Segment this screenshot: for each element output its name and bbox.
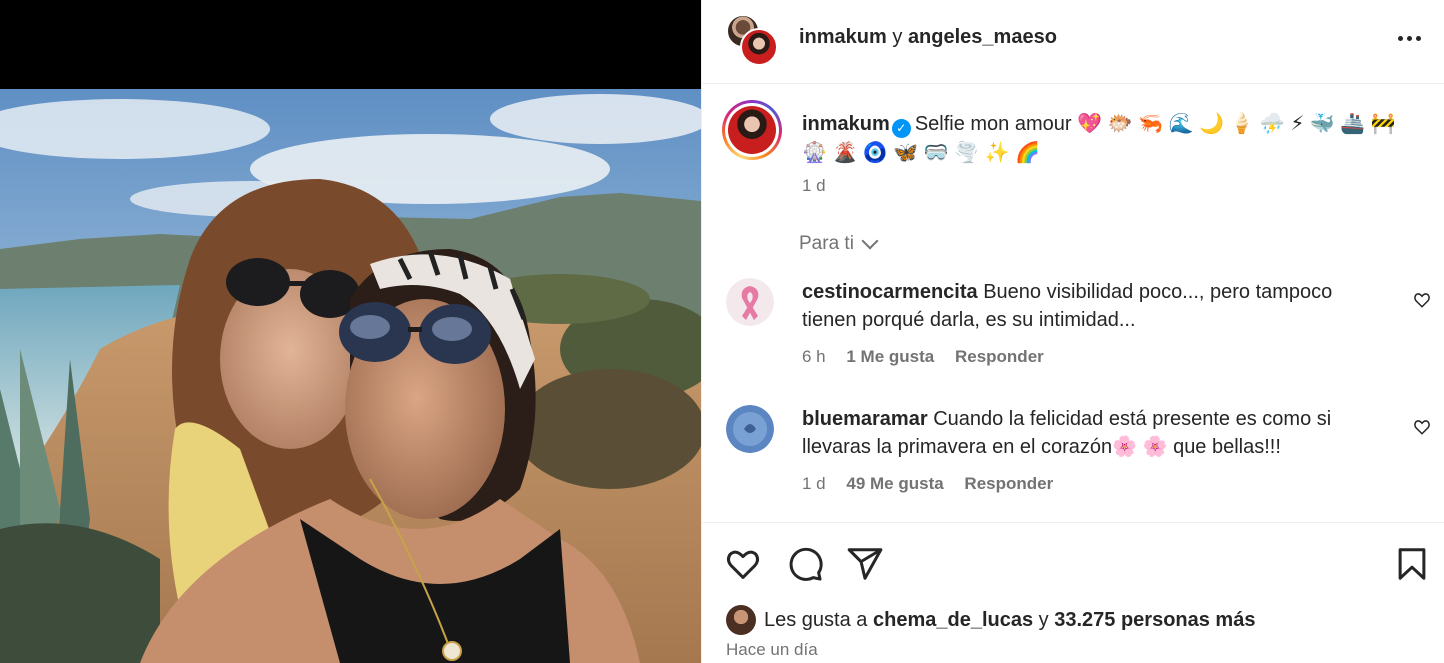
comments-filter-dropdown[interactable]: Para ti (799, 232, 879, 255)
share-icon[interactable] (846, 545, 884, 583)
caption-username-link[interactable]: inmakum (802, 113, 890, 135)
post-timestamp[interactable]: Hace un día (726, 640, 818, 660)
post-actions-bar (702, 522, 1444, 602)
comment-icon[interactable] (786, 545, 824, 583)
caption-timestamp[interactable]: 1 d (802, 176, 826, 196)
authors-separator: y (892, 26, 903, 48)
more-options-icon[interactable] (1393, 24, 1425, 52)
comment-username-link[interactable]: cestinocarmencita (802, 281, 978, 303)
comment-text: bluemaramar Cuando la felicidad está pre… (802, 405, 1372, 461)
dot (1415, 35, 1421, 41)
caption-body: Selfie mon amour 💖 🐡 🦐 🌊 🌙 🍦 ⛈️ ⚡ 🐳 🚢 🚧 … (802, 113, 1396, 164)
selfie-image (0, 89, 701, 663)
comments-filter-label: Para ti (799, 233, 854, 254)
comment-time[interactable]: 1 d (802, 474, 826, 493)
avatar[interactable] (740, 28, 778, 66)
comment-likes-count[interactable]: 1 Me gusta (846, 347, 934, 366)
post-media (0, 0, 701, 663)
chevron-down-icon (861, 232, 879, 250)
heart-icon[interactable] (1413, 418, 1431, 436)
reply-button[interactable]: Responder (955, 347, 1044, 366)
verified-badge-icon: ✓ (891, 119, 911, 138)
avatar (728, 106, 776, 154)
comment-username-link[interactable]: bluemaramar (802, 408, 928, 430)
comment-meta: 1 d 49 Me gusta Responder (802, 474, 1069, 494)
comment-likes-count[interactable]: 49 Me gusta (846, 474, 943, 493)
post-photo[interactable] (0, 89, 701, 663)
bookmark-icon[interactable] (1393, 545, 1431, 583)
reply-button[interactable]: Responder (964, 474, 1053, 493)
likes-summary[interactable]: Les gusta a chema_de_lucas y 33.275 pers… (726, 604, 1255, 636)
likes-others-link[interactable]: 33.275 personas más (1054, 609, 1255, 632)
post-details-panel: inmakum y angeles_maeso inmakum ✓ Selfie m… (701, 0, 1444, 663)
collab-avatars[interactable] (726, 14, 778, 66)
heart-icon[interactable] (724, 545, 762, 583)
dot (1406, 35, 1412, 41)
comment-text: cestinocarmencita Bueno visibilidad poco… (802, 278, 1372, 334)
post-header: inmakum y angeles_maeso (702, 0, 1444, 84)
post-authors: inmakum y angeles_maeso (799, 26, 1057, 49)
likes-prefix: Les gusta a (764, 608, 868, 631)
likes-joiner: y (1038, 608, 1049, 631)
heart-icon[interactable] (1413, 291, 1431, 309)
liker-username-link[interactable]: chema_de_lucas (873, 609, 1033, 632)
avatar[interactable] (726, 605, 756, 635)
comment-time[interactable]: 6 h (802, 347, 826, 366)
caption-text: inmakum ✓ Selfie mon amour 💖 🐡 🦐 🌊 🌙 🍦 ⛈️ … (802, 110, 1402, 168)
author-username-link[interactable]: angeles_maeso (908, 26, 1057, 48)
dot (1397, 35, 1403, 41)
pink-ribbon-icon[interactable] (726, 278, 774, 326)
blue-avatar-icon[interactable] (726, 405, 774, 453)
author-username-link[interactable]: inmakum (799, 26, 887, 48)
caption-avatar[interactable] (722, 100, 782, 160)
comment-meta: 6 h 1 Me gusta Responder (802, 347, 1060, 367)
